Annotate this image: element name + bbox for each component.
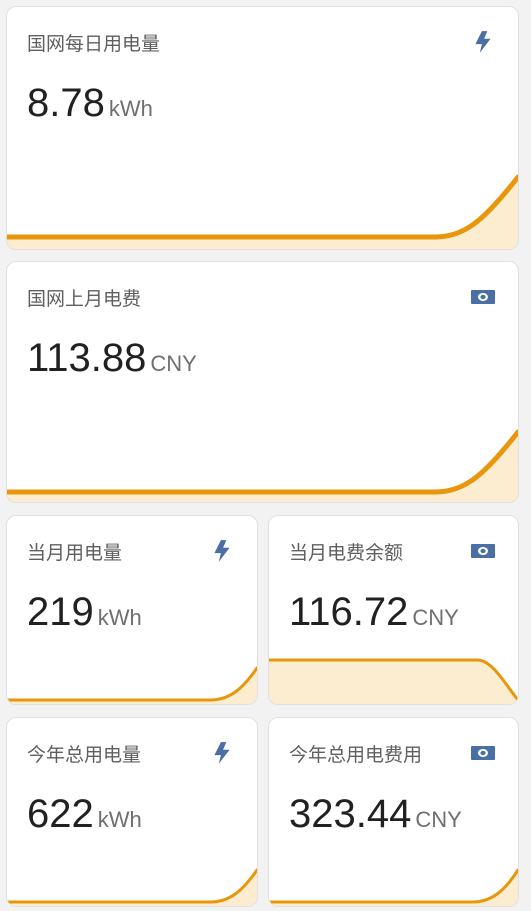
card-value: 219 <box>27 590 94 634</box>
lightning-bolt-icon <box>214 742 230 764</box>
cash-icon <box>471 290 495 304</box>
month-usage-card[interactable]: 当月用电量 219 kWh <box>6 515 258 705</box>
daily-usage-card[interactable]: 国网每日用电量 8.78 kWh <box>6 6 519 250</box>
sparkline-fill <box>269 660 518 704</box>
sparkline-graph <box>7 429 518 502</box>
value-row: 219 kWh <box>27 592 142 632</box>
lightning-bolt-icon <box>214 540 230 562</box>
lightning-bolt-icon <box>475 31 491 53</box>
sparkline-line <box>269 868 518 904</box>
sparkline-line <box>7 174 518 240</box>
sparkline-line <box>7 666 257 702</box>
card-unit: CNY <box>412 605 459 630</box>
card-value: 116.72 <box>289 590 409 634</box>
value-row: 116.72 CNY <box>289 592 459 632</box>
value-row: 622 kWh <box>27 794 142 834</box>
sparkline-graph <box>7 868 257 906</box>
card-title: 国网上月电费 <box>27 289 142 310</box>
card-unit: CNY <box>415 807 462 832</box>
card-title: 国网每日用电量 <box>27 34 161 55</box>
sparkline-graph <box>7 666 257 704</box>
sparkline-graph <box>269 868 518 906</box>
year-cost-card[interactable]: 今年总用电费用 323.44 CNY <box>268 717 519 907</box>
value-row: 8.78 kWh <box>27 83 153 123</box>
card-title: 当月电费余额 <box>289 543 404 564</box>
sparkline-line <box>7 429 518 495</box>
year-usage-card[interactable]: 今年总用电量 622 kWh <box>6 717 258 907</box>
value-row: 113.88 CNY <box>27 338 197 378</box>
last-month-bill-card[interactable]: 国网上月电费 113.88 CNY <box>6 261 519 503</box>
card-title: 今年总用电量 <box>27 745 142 766</box>
card-value: 113.88 <box>27 336 147 380</box>
value-row: 323.44 CNY <box>289 794 462 834</box>
card-title: 当月用电量 <box>27 543 123 564</box>
card-unit: CNY <box>150 351 197 376</box>
cash-icon <box>471 746 495 760</box>
card-value: 622 <box>27 792 94 836</box>
sparkline-graph <box>7 174 518 249</box>
card-title: 今年总用电费用 <box>289 745 423 766</box>
card-unit: kWh <box>108 96 153 121</box>
cash-icon <box>471 544 495 558</box>
card-value: 323.44 <box>289 792 412 836</box>
card-value: 8.78 <box>27 81 105 125</box>
card-unit: kWh <box>97 605 142 630</box>
card-unit: kWh <box>97 807 142 832</box>
balance-card[interactable]: 当月电费余额 116.72 CNY <box>268 515 519 705</box>
sparkline-line <box>7 868 257 904</box>
sparkline-graph <box>269 658 518 704</box>
